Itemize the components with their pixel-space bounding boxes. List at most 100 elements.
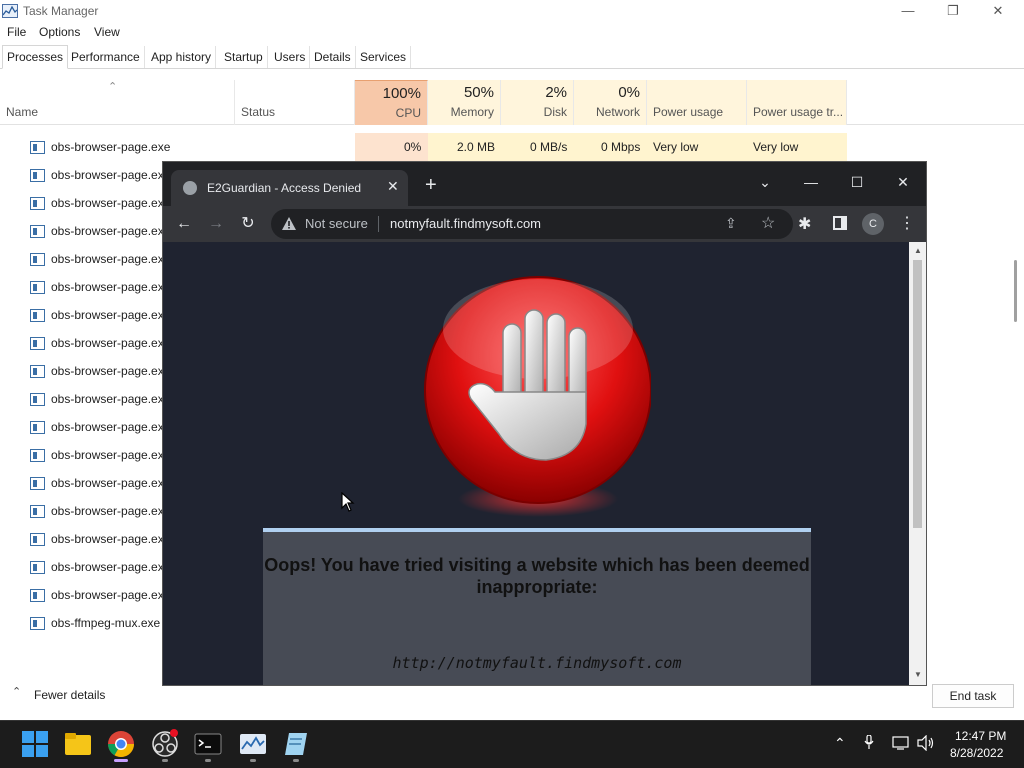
column-network[interactable]: 0% Network: [574, 80, 647, 125]
column-power-usage-trend[interactable]: Power usage tr...: [747, 80, 847, 125]
column-power-usage[interactable]: Power usage: [647, 80, 747, 125]
column-status[interactable]: Status: [235, 80, 355, 125]
clock-date[interactable]: 8/28/2022: [950, 746, 1003, 760]
scroll-up-arrow-icon[interactable]: ▲: [914, 246, 922, 255]
blocked-message-box: Oops! You have tried visiting a website …: [263, 528, 811, 685]
chevron-up-icon[interactable]: ⌃: [12, 685, 21, 698]
title-bar: Task Manager — ❐ ✕: [0, 0, 1024, 22]
process-name: obs-browser-page.exe: [51, 224, 171, 238]
close-button[interactable]: ✕: [975, 0, 1021, 22]
tab-processes[interactable]: Processes: [2, 45, 69, 69]
column-header: ⌃ Name Status 100% CPU 50% Memory 2% Dis…: [0, 80, 1024, 125]
process-name: obs-browser-page.exe: [51, 280, 171, 294]
clock-time[interactable]: 12:47 PM: [955, 729, 1006, 743]
reload-button[interactable]: ↻: [236, 212, 260, 236]
address-bar[interactable]: Not secure notmyfault.findmysoft.com ⇪ ☆: [271, 209, 793, 239]
process-icon: [30, 393, 45, 406]
process-icon: [30, 365, 45, 378]
process-name: obs-browser-page.exe: [51, 476, 171, 490]
process-icon: [30, 281, 45, 294]
menu-view[interactable]: View: [94, 25, 120, 39]
browser-minimize-button[interactable]: —: [788, 168, 834, 196]
tab-users[interactable]: Users: [270, 46, 311, 68]
start-icon[interactable]: [20, 729, 50, 759]
page-scrollbar[interactable]: ▲ ▼: [909, 242, 926, 685]
window-title: Task Manager: [23, 4, 99, 18]
extensions-puzzle-icon[interactable]: ✱: [798, 214, 811, 234]
app-indicator: [205, 759, 211, 762]
url-text[interactable]: notmyfault.findmysoft.com: [390, 216, 541, 231]
process-name: obs-browser-page.exe: [51, 336, 171, 350]
file-explorer-icon[interactable]: [63, 729, 93, 759]
app-indicator: [293, 759, 299, 762]
network-percent: 0%: [618, 84, 640, 101]
process-name: obs-browser-page.exe: [51, 504, 171, 518]
browser-tab[interactable]: E2Guardian - Access Denied ✕: [171, 170, 408, 206]
column-name[interactable]: Name: [0, 80, 235, 125]
scroll-down-arrow-icon[interactable]: ▼: [914, 670, 922, 679]
task-manager-icon[interactable]: [238, 729, 268, 759]
warning-icon: [282, 217, 296, 230]
process-icon: [30, 225, 45, 238]
process-name: obs-browser-page.exe: [51, 308, 171, 322]
not-secure-label[interactable]: Not secure: [305, 216, 368, 231]
process-name: obs-browser-page.exe: [51, 196, 171, 210]
side-panel-icon[interactable]: [833, 216, 847, 230]
process-icon: [30, 309, 45, 322]
tab-services[interactable]: Services: [356, 46, 412, 68]
network-icon[interactable]: [892, 736, 910, 750]
volume-icon[interactable]: [917, 735, 935, 751]
chevron-up-icon[interactable]: ⌃: [834, 735, 846, 752]
new-tab-button[interactable]: +: [425, 175, 437, 195]
column-disk[interactable]: 2% Disk: [501, 80, 574, 125]
process-icon: [30, 589, 45, 602]
maximize-button[interactable]: ❐: [930, 0, 976, 22]
table-row[interactable]: obs-browser-page.exe 0% 2.0 MB 0 MB/s 0 …: [0, 133, 1024, 161]
column-cpu[interactable]: 100% CPU: [355, 80, 428, 125]
process-icon: [30, 141, 45, 154]
process-icon: [30, 533, 45, 546]
chrome-icon[interactable]: [106, 729, 136, 759]
profile-avatar[interactable]: C: [862, 213, 884, 235]
process-icon: [30, 617, 45, 630]
power-usage-label: Power usage: [653, 105, 724, 119]
end-task-button[interactable]: End task: [932, 684, 1014, 708]
network-label: Network: [595, 105, 640, 119]
notepad-icon[interactable]: [281, 729, 311, 759]
tab-app-history[interactable]: App history: [147, 46, 217, 68]
tab-startup[interactable]: Startup: [220, 46, 268, 68]
process-icon: [30, 169, 45, 182]
forward-button[interactable]: →: [204, 212, 228, 236]
power-usage-trend-label: Power usage tr...: [753, 105, 844, 119]
back-button[interactable]: ←: [172, 212, 196, 236]
share-icon[interactable]: ⇪: [725, 215, 737, 232]
tab-performance[interactable]: Performance: [67, 46, 145, 68]
scrollbar-thumb[interactable]: [913, 260, 922, 528]
process-icon: [30, 449, 45, 462]
tab-title: E2Guardian - Access Denied: [207, 181, 362, 195]
disk-label: Disk: [543, 105, 567, 119]
obs-icon[interactable]: [150, 729, 180, 759]
process-name: obs-browser-page.exe: [51, 252, 171, 266]
kebab-menu-icon[interactable]: ⋮: [899, 213, 915, 233]
terminal-icon[interactable]: [193, 729, 223, 759]
fewer-details-link[interactable]: Fewer details: [34, 688, 105, 702]
cpu-label: CPU: [395, 106, 421, 120]
minimize-button[interactable]: —: [885, 0, 931, 22]
tab-details[interactable]: Details: [310, 46, 356, 68]
microphone-icon[interactable]: [864, 735, 874, 749]
process-icon: [30, 197, 45, 210]
bookmark-star-icon[interactable]: ☆: [761, 213, 775, 233]
menu-options[interactable]: Options: [39, 25, 80, 39]
browser-close-button[interactable]: ✕: [880, 168, 926, 196]
tab-search-button[interactable]: ⌄: [742, 168, 788, 196]
memory-value: 2.0 MB: [457, 140, 496, 154]
menu-file[interactable]: File: [7, 25, 26, 39]
process-icon: [30, 337, 45, 350]
stop-hand-icon: [424, 276, 651, 517]
tab-close-icon[interactable]: ✕: [387, 178, 399, 195]
column-memory[interactable]: 50% Memory: [428, 80, 501, 125]
browser-maximize-button[interactable]: ☐: [834, 168, 880, 196]
scrollbar-thumb[interactable]: [1014, 260, 1017, 322]
disk-percent: 2%: [545, 84, 567, 101]
